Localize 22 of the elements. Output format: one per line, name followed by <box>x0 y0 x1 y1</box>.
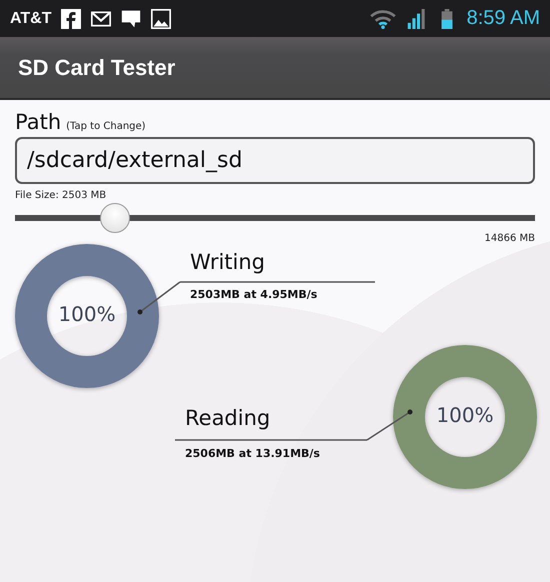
wifi-icon <box>368 8 397 28</box>
result-detail: 2506MB at 13.91MB/s <box>185 447 320 460</box>
result-detail: 2503MB at 4.95MB/s <box>190 288 318 301</box>
path-hint: (Tap to Change) <box>66 121 146 132</box>
file-size-label: File Size: 2503 MB <box>15 190 108 201</box>
app-title: SD Card Tester <box>18 54 176 80</box>
slider-thumb[interactable] <box>100 203 130 233</box>
facebook-icon <box>61 8 82 28</box>
clock-time: 8:59 AM <box>466 7 540 30</box>
result-title: Writing <box>190 250 265 274</box>
percent-text: 100% <box>57 302 117 326</box>
result-title: Reading <box>185 406 270 430</box>
path-input-field[interactable]: /sdcard/external_sd <box>15 137 535 184</box>
carrier-name: AT&T <box>10 10 52 28</box>
signal-icon <box>406 8 427 28</box>
path-label: Path <box>15 110 62 134</box>
max-size-label: 14866 MB <box>484 233 535 244</box>
file-size-slider[interactable] <box>15 203 535 233</box>
chat-bubble-icon <box>121 8 142 28</box>
percent-text: 100% <box>435 403 495 427</box>
mail-icon <box>91 8 112 28</box>
picture-icon <box>151 8 172 28</box>
